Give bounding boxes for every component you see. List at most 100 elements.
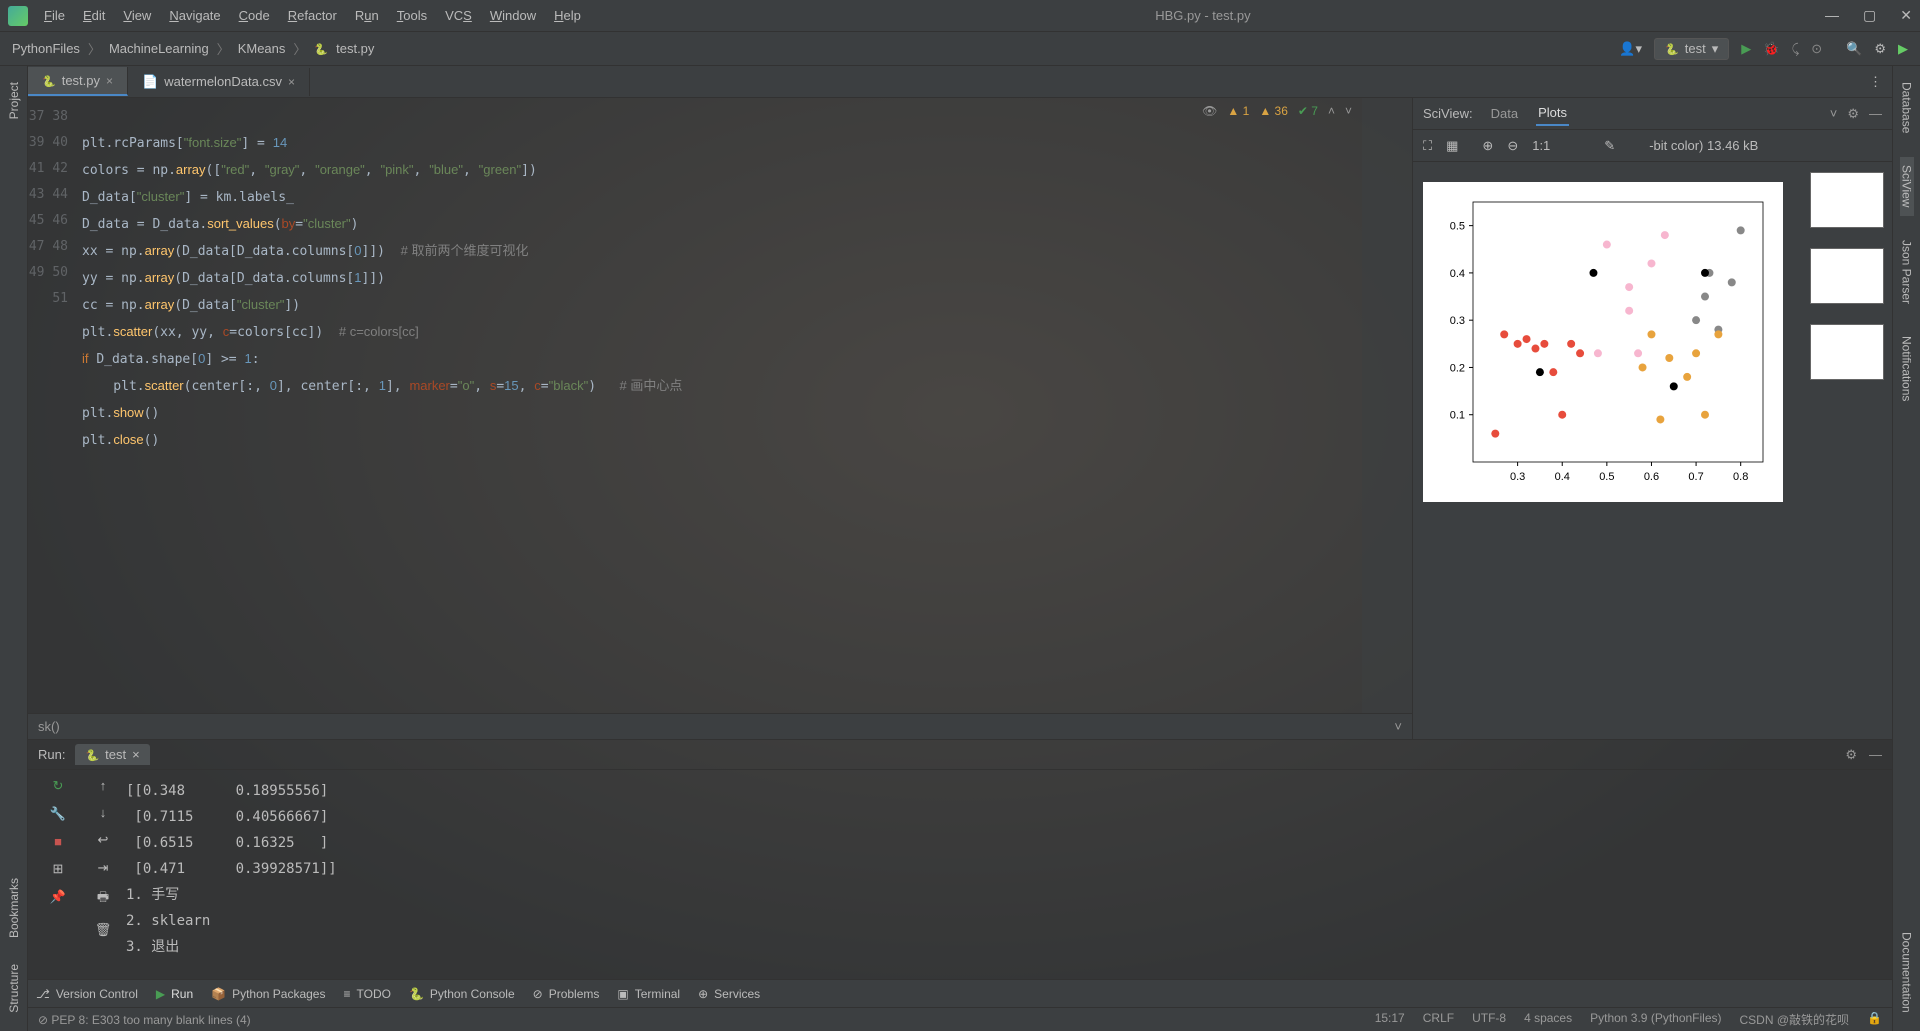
menu-edit[interactable]: Edit	[83, 8, 105, 23]
code-editor[interactable]: 37 38 39 40 41 42 43 44 45 46 47 48 49 5…	[28, 98, 1412, 713]
menu-vcs[interactable]: VCS	[445, 8, 472, 23]
menu-code[interactable]: Code	[239, 8, 270, 23]
breadcrumb-item[interactable]: PythonFiles	[12, 41, 80, 56]
tool-python-console[interactable]: 🐍 Python Console	[409, 987, 515, 1001]
bookmarks-tool-button[interactable]: Bookmarks	[7, 870, 21, 946]
lock-icon[interactable]: 🔒	[1867, 1011, 1882, 1028]
line-separator[interactable]: CRLF	[1423, 1011, 1454, 1028]
console-output[interactable]: [[0.348 0.18955556] [0.7115 0.40566667] …	[118, 770, 1892, 979]
zoom-label[interactable]: 1:1	[1532, 138, 1550, 153]
chevron-down-icon[interactable]: ˅	[1394, 719, 1402, 734]
tool-python-packages[interactable]: 📦 Python Packages	[211, 987, 325, 1001]
tab-test-py[interactable]: test.py ×	[28, 67, 128, 96]
ok-indicator[interactable]: ✔ 7	[1298, 104, 1318, 118]
sciview-tab-plots[interactable]: Plots	[1536, 101, 1569, 126]
zoom-in-icon[interactable]: ⊕	[1482, 138, 1493, 154]
search-icon[interactable]: 🔍	[1846, 41, 1862, 57]
csv-file-icon: 📄	[142, 74, 158, 90]
sciview-tool-button[interactable]: SciView	[1900, 157, 1914, 215]
tab-watermelon-csv[interactable]: 📄 watermelonData.csv ×	[128, 68, 310, 96]
rerun-icon[interactable]: ↻	[53, 778, 64, 794]
pin-icon[interactable]: 📌	[50, 889, 66, 905]
menu-file[interactable]: File	[44, 8, 65, 23]
menu-refactor[interactable]: Refactor	[288, 8, 337, 23]
project-tool-button[interactable]: Project	[7, 74, 21, 127]
grid-icon[interactable]: ▦	[1446, 138, 1458, 154]
menu-view[interactable]: View	[123, 8, 151, 23]
status-message[interactable]: PEP 8: E303 too many blank lines (4)	[51, 1013, 250, 1027]
breadcrumb-item[interactable]: KMeans	[238, 41, 286, 56]
structure-tool-button[interactable]: Structure	[7, 956, 21, 1021]
inspection-widget[interactable]: 👁 ▲ 1 ▲ 36 ✔ 7 ˄ ˅	[1202, 104, 1352, 118]
debug-button[interactable]: 🐞	[1763, 41, 1779, 57]
code-area[interactable]: plt.rcParams["font.size"] = 14 colors = …	[78, 98, 1362, 713]
run-config-selector[interactable]: test ▾	[1654, 38, 1729, 60]
tool-problems[interactable]: ⊘ Problems	[533, 987, 600, 1001]
print-icon[interactable]: 🖶	[97, 888, 109, 910]
eye-icon[interactable]: 👁	[1202, 104, 1217, 118]
soft-wrap-icon[interactable]: ↩	[98, 832, 109, 848]
close-icon[interactable]: ✕	[1900, 7, 1912, 24]
trash-icon[interactable]: 🗑	[95, 922, 112, 938]
gear-icon[interactable]: ⚙	[1847, 106, 1859, 122]
hide-icon[interactable]: —	[1869, 106, 1882, 122]
run-tab[interactable]: test ×	[75, 744, 149, 765]
plot-thumbnail[interactable]	[1810, 172, 1884, 228]
tool-todo[interactable]: ≡ TODO	[343, 987, 390, 1001]
sciview-tab-data[interactable]: Data	[1489, 102, 1520, 125]
hide-icon[interactable]: —	[1869, 747, 1882, 763]
plot-thumbnail[interactable]	[1810, 324, 1884, 380]
fit-icon[interactable]: ⛶	[1423, 138, 1432, 154]
coverage-button[interactable]: ⤹	[1791, 41, 1799, 57]
maximize-icon[interactable]: ▢	[1863, 7, 1876, 24]
profile-button[interactable]: ⊙	[1811, 41, 1822, 57]
stop-icon[interactable]: ■	[54, 834, 62, 849]
minimize-icon[interactable]: —	[1825, 7, 1839, 24]
warning-indicator[interactable]: ▲ 1	[1227, 104, 1249, 118]
wrench-icon[interactable]: 🔧	[50, 806, 66, 822]
notifications-tool-button[interactable]: Notifications	[1900, 328, 1914, 409]
close-tab-icon[interactable]: ×	[288, 75, 295, 89]
breadcrumb-item[interactable]: MachineLearning	[109, 41, 209, 56]
menu-tools[interactable]: Tools	[397, 8, 427, 23]
play-icon[interactable]: ▶	[1898, 41, 1908, 57]
down-icon[interactable]: ↓	[100, 805, 107, 820]
file-encoding[interactable]: UTF-8	[1472, 1011, 1506, 1028]
zoom-out-icon[interactable]: ⊖	[1507, 138, 1518, 154]
json-parser-tool-button[interactable]: Json Parser	[1900, 232, 1914, 312]
run-button[interactable]: ▶	[1741, 41, 1751, 57]
prev-highlight-icon[interactable]: ˄	[1328, 104, 1335, 118]
tab-more-icon[interactable]: ⋮	[1859, 74, 1892, 90]
menu-help[interactable]: Help	[554, 8, 581, 23]
user-icon[interactable]: 👤▾	[1619, 41, 1642, 57]
documentation-tool-button[interactable]: Documentation	[1900, 924, 1914, 1021]
tool-version-control[interactable]: ⎇ Version Control	[36, 987, 138, 1001]
gear-icon[interactable]: ⚙	[1845, 747, 1857, 763]
up-icon[interactable]: ↑	[100, 778, 107, 793]
tool-services[interactable]: ⊕ Services	[698, 987, 760, 1001]
chevron-down-icon[interactable]: ˅	[1830, 106, 1838, 122]
indent-info[interactable]: 4 spaces	[1524, 1011, 1572, 1028]
edit-icon[interactable]: ✎	[1604, 138, 1615, 154]
caret-position[interactable]: 15:17	[1375, 1011, 1405, 1028]
close-tab-icon[interactable]: ×	[106, 74, 113, 88]
gear-icon[interactable]: ⚙	[1874, 41, 1886, 57]
menu-window[interactable]: Window	[490, 8, 536, 23]
breadcrumb-item[interactable]: test.py	[336, 41, 374, 56]
scroll-end-icon[interactable]: ⇥	[98, 860, 109, 876]
tool-run[interactable]: ▶ Run	[156, 987, 193, 1001]
minimap[interactable]	[1362, 98, 1412, 713]
interpreter-info[interactable]: Python 3.9 (PythonFiles)	[1590, 1011, 1721, 1028]
weak-warning-indicator[interactable]: ▲ 36	[1259, 104, 1288, 118]
close-icon[interactable]: ×	[132, 747, 140, 762]
plot-thumbnail[interactable]	[1810, 248, 1884, 304]
next-highlight-icon[interactable]: ˅	[1345, 104, 1352, 118]
run-config-name: test	[1685, 41, 1706, 56]
menu-run[interactable]: Run	[355, 8, 379, 23]
layout-icon[interactable]: ⊞	[53, 861, 64, 877]
database-tool-button[interactable]: Database	[1900, 74, 1914, 141]
tool-terminal[interactable]: ▣ Terminal	[617, 987, 680, 1001]
menu-navigate[interactable]: Navigate	[169, 8, 220, 23]
plot-viewer[interactable]: 0.30.40.50.60.70.80.10.20.30.40.5	[1413, 162, 1802, 739]
breadcrumb-func[interactable]: sk()	[38, 719, 60, 734]
